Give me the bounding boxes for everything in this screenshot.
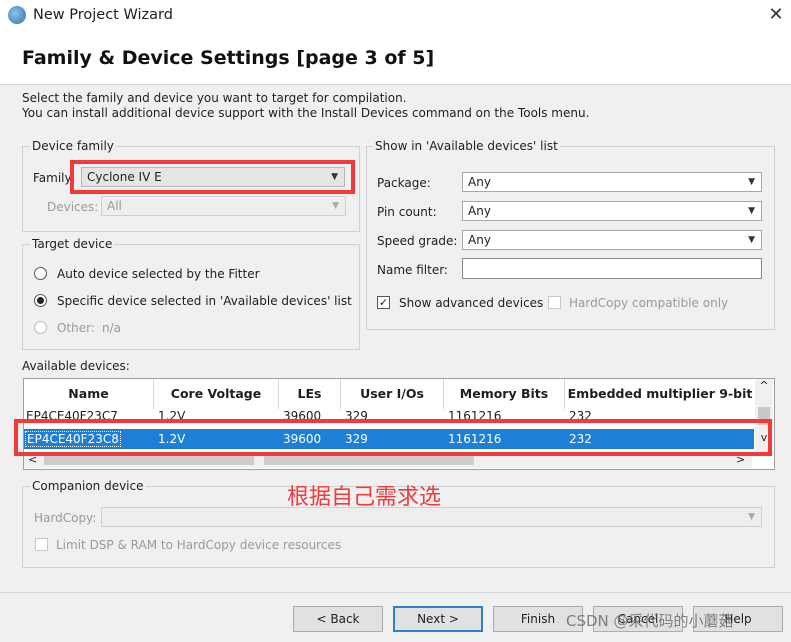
show-advanced-checkbox[interactable]: ✓ — [377, 296, 390, 309]
page-title: Family & Device Settings [page 3 of 5] — [22, 47, 435, 69]
companion-device-label: Companion device — [30, 479, 146, 493]
pin-count-label: Pin count: — [377, 205, 437, 219]
pin-count-value: Any — [468, 204, 491, 218]
hardcopy-only-label: HardCopy compatible only — [569, 296, 729, 310]
name-filter-input[interactable] — [462, 258, 762, 279]
target-device-label: Target device — [30, 237, 115, 251]
hardcopy-only-checkbox[interactable] — [548, 296, 561, 309]
column-header-name[interactable]: Name — [24, 379, 154, 409]
package-label: Package: — [377, 176, 431, 190]
devices-select[interactable]: All ▼ — [101, 196, 346, 216]
available-devices-label: Available devices: — [22, 359, 130, 373]
device-family-label: Device family — [30, 139, 116, 153]
description-line-2: You can install additional device suppor… — [22, 106, 590, 120]
speed-grade-value: Any — [468, 233, 491, 247]
name-filter-label: Name filter: — [377, 263, 448, 277]
window-title: New Project Wizard — [33, 7, 173, 23]
filter-group-label: Show in 'Available devices' list — [373, 139, 560, 153]
footer-divider — [0, 592, 791, 593]
other-device-radio[interactable] — [34, 321, 47, 334]
close-icon[interactable]: ✕ — [765, 4, 787, 26]
hardcopy-label: HardCopy: — [34, 511, 97, 525]
highlight-family-box — [70, 160, 355, 194]
other-device-label: Other: — [57, 321, 95, 335]
package-value: Any — [468, 175, 491, 189]
speed-grade-select[interactable]: Any ▼ — [462, 230, 762, 250]
auto-device-radio[interactable] — [34, 267, 47, 280]
family-label: Family — [33, 171, 72, 185]
chevron-down-icon: ▼ — [748, 512, 755, 522]
column-header-core-voltage[interactable]: Core Voltage — [154, 379, 279, 409]
chevron-down-icon: ▼ — [332, 201, 339, 211]
description-line-1: Select the family and device you want to… — [22, 91, 407, 105]
devices-value: All — [107, 199, 122, 213]
pin-count-select[interactable]: Any ▼ — [462, 201, 762, 221]
back-button[interactable]: < Back — [293, 606, 383, 632]
chevron-down-icon: ▼ — [748, 177, 755, 187]
package-select[interactable]: Any ▼ — [462, 172, 762, 192]
chevron-down-icon: ▼ — [748, 206, 755, 216]
column-header-memory-bits[interactable]: Memory Bits — [444, 379, 565, 409]
chevron-down-icon: ▼ — [748, 235, 755, 245]
highlight-device-row — [14, 419, 772, 456]
limit-dsp-ram-checkbox[interactable] — [35, 538, 48, 551]
column-header-embedded-multiplier[interactable]: Embedded multiplier 9-bit — [565, 379, 755, 409]
app-logo-icon — [8, 6, 26, 24]
scrollbar-thumb[interactable] — [264, 456, 474, 465]
column-header-les[interactable]: LEs — [279, 379, 341, 409]
column-header-user-ios[interactable]: User I/Os — [341, 379, 444, 409]
devices-label: Devices: — [47, 200, 99, 214]
scroll-up-icon[interactable]: ^ — [755, 379, 773, 392]
auto-device-label[interactable]: Auto device selected by the Fitter — [57, 267, 260, 281]
speed-grade-label: Speed grade: — [377, 234, 458, 248]
specific-device-radio[interactable] — [34, 294, 47, 307]
annotation-text: 根据自己需求选 — [287, 485, 442, 510]
specific-device-label[interactable]: Specific device selected in 'Available d… — [57, 294, 352, 308]
other-device-value: n/a — [102, 321, 122, 335]
scrollbar-thumb[interactable] — [44, 456, 254, 465]
limit-dsp-ram-label: Limit DSP & RAM to HardCopy device resou… — [56, 538, 342, 552]
show-advanced-label[interactable]: Show advanced devices — [399, 296, 543, 310]
next-button[interactable]: Next > — [393, 606, 483, 632]
watermark: CSDN @采代码的小蘑菇 — [566, 612, 734, 630]
